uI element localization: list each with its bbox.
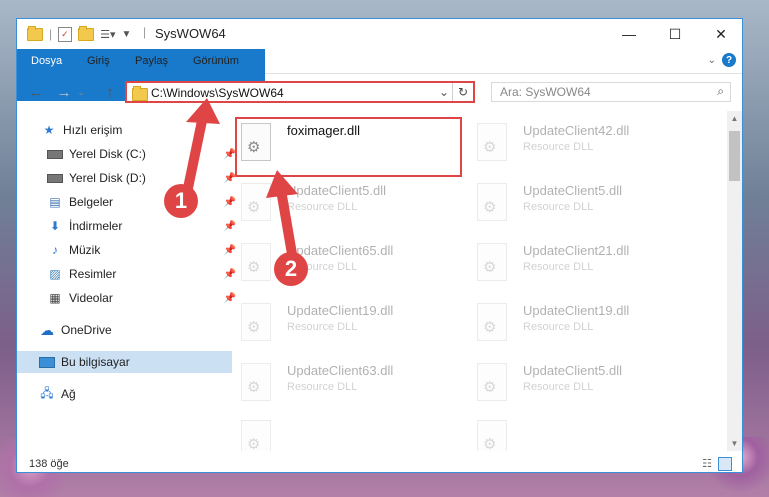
arrow-2-shaft — [276, 185, 297, 259]
annotation-overlay — [183, 98, 298, 259]
arrow-1-shaft — [183, 111, 208, 193]
arrow-1-head — [186, 98, 220, 124]
arrow-2-head — [266, 170, 298, 198]
annotation-badge-2: 2 — [274, 252, 308, 286]
annotation-badge-1: 1 — [164, 184, 198, 218]
